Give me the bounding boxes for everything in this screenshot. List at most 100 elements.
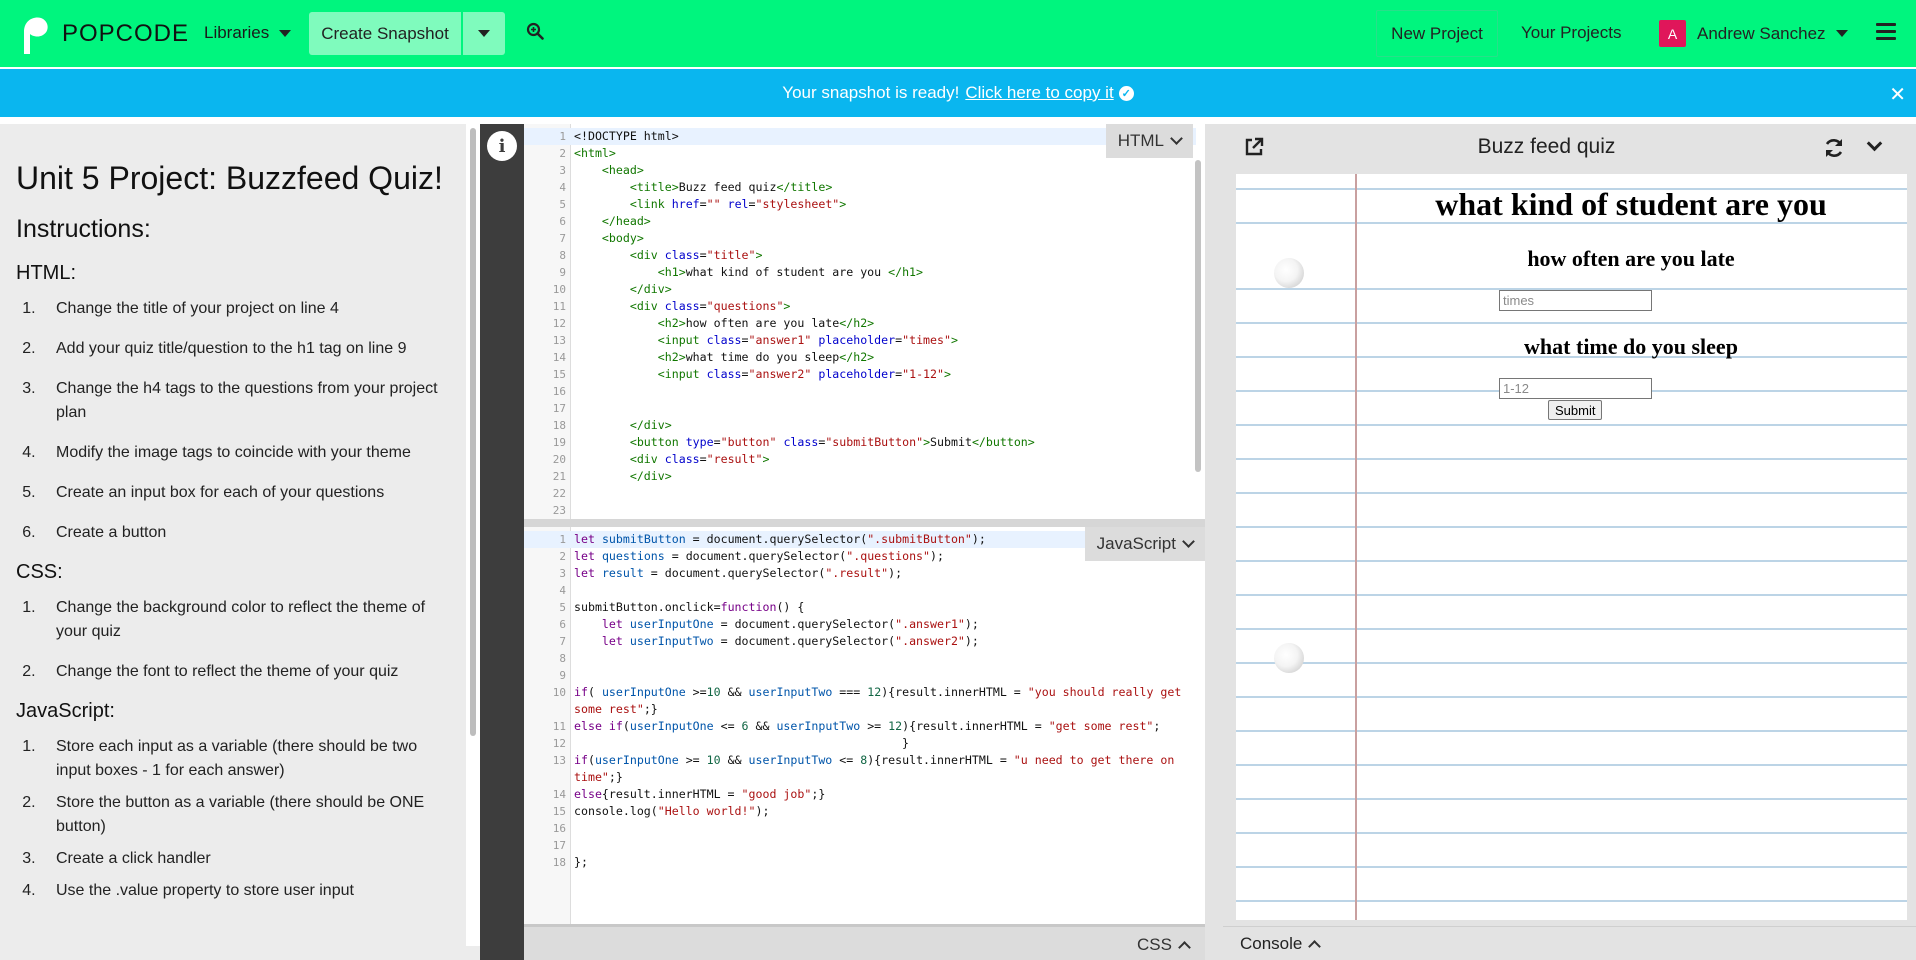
your-projects-link[interactable]: Your Projects — [1521, 23, 1621, 43]
line-number: 2 — [559, 550, 566, 563]
snapshot-notification: Your snapshot is ready! Click here to co… — [0, 69, 1916, 117]
create-snapshot-button[interactable]: Create Snapshot — [309, 12, 461, 55]
list-item: Change the font to reflect the theme of … — [40, 660, 450, 684]
instructions-footer — [0, 946, 480, 960]
list-item: Store the button as a variable (there sh… — [40, 791, 450, 839]
copy-snapshot-link[interactable]: Click here to copy it — [965, 83, 1113, 103]
top-navbar: POPCODE Libraries Create Snapshot New Pr… — [0, 0, 1916, 67]
html-code[interactable]: 1 <!DOCTYPE html> 2 <html> 3 <head> 4 <tit… — [524, 128, 1196, 519]
new-project-button[interactable]: New Project — [1376, 10, 1498, 57]
line-number: 1 — [559, 130, 566, 143]
editor-side-gutter — [480, 124, 524, 960]
user-menu[interactable]: A Andrew Sanchez — [1659, 20, 1848, 47]
html-language-label: HTML — [1117, 131, 1164, 150]
list-item: Store each input as a variable (there sh… — [40, 735, 450, 783]
line-number: 13 — [552, 334, 566, 347]
javascript-code[interactable]: 1 let submitButton = document.querySelect… — [524, 531, 1196, 871]
popcode-logo-icon — [24, 17, 48, 54]
line-number: 19 — [552, 436, 566, 449]
line-number: 9 — [559, 266, 566, 279]
user-name: Andrew Sanchez — [1697, 23, 1826, 43]
submit-button[interactable]: Submit — [1548, 400, 1603, 420]
line-number: 16 — [552, 385, 566, 398]
chevron-up-icon — [1308, 940, 1322, 953]
line-number: 7 — [559, 232, 566, 245]
answer2-input[interactable] — [1499, 378, 1652, 399]
popcode-logo[interactable]: POPCODE — [16, 14, 189, 54]
snapshot-options-button[interactable] — [463, 12, 505, 55]
quiz-heading: what kind of student are you — [1435, 186, 1827, 222]
line-number: 3 — [559, 164, 566, 177]
editor-split-handle[interactable] — [524, 519, 1205, 527]
line-number: 4 — [559, 584, 566, 597]
css-toggle[interactable]: CSS — [1137, 935, 1191, 955]
list-item: Create an input box for each of your que… — [40, 481, 450, 505]
instructions-scrollbar[interactable] — [470, 128, 476, 736]
pane-divider[interactable] — [1205, 124, 1223, 960]
create-snapshot-group: Create Snapshot — [309, 12, 505, 55]
line-number: 10 — [552, 283, 566, 296]
html-language-dropdown[interactable]: HTML — [1105, 124, 1193, 158]
console-collapsed[interactable]: Console — [1223, 926, 1916, 960]
javascript-language-label: JavaScript — [1096, 534, 1176, 553]
instructions-title: Unit 5 Project: Buzzfeed Quiz! — [16, 160, 443, 196]
search-zoom-icon — [526, 22, 544, 40]
line-number — [524, 701, 566, 718]
html-editor[interactable]: 1 <!DOCTYPE html> 2 <html> 3 <head> 4 <tit… — [524, 124, 1205, 519]
line-number: 8 — [559, 652, 566, 665]
line-number: 14 — [552, 788, 566, 801]
chevron-down-icon — [1866, 135, 1883, 152]
line-number: 4 — [559, 181, 566, 194]
line-number: 9 — [559, 669, 566, 682]
close-icon[interactable]: ✕ — [1889, 82, 1906, 107]
preview-frame: what kind of student are you how often a… — [1236, 174, 1907, 920]
line-number: 23 — [552, 504, 566, 517]
preview-header: Buzz feed quiz — [1223, 124, 1916, 170]
hamburger-menu-icon[interactable] — [1876, 23, 1896, 41]
info-icon[interactable]: i — [487, 131, 517, 161]
instructions-panel: Unit 5 Project: Buzzfeed Quiz! Instructi… — [0, 124, 466, 946]
line-number: 17 — [552, 839, 566, 852]
instructions-subtitle: Instructions: — [16, 215, 151, 243]
caret-down-icon — [1835, 30, 1848, 37]
line-number: 13 — [552, 754, 566, 767]
list-item: Add your quiz title/question to the h1 t… — [40, 337, 450, 361]
libraries-dropdown[interactable]: Libraries — [204, 23, 292, 43]
line-number: 12 — [552, 737, 566, 750]
list-item: Create a click handler — [40, 847, 450, 871]
search-button[interactable] — [526, 22, 544, 45]
console-label: Console — [1240, 934, 1303, 953]
chevron-down-icon — [1170, 132, 1183, 145]
paper-margin-line — [1355, 174, 1357, 920]
javascript-language-dropdown[interactable]: JavaScript — [1084, 527, 1205, 561]
quiz-question-2: what time do you sleep — [1524, 334, 1738, 359]
css-editor-collapsed[interactable]: CSS — [524, 924, 1205, 960]
answer1-input[interactable] — [1499, 290, 1652, 311]
line-number: 18 — [552, 856, 566, 869]
line-number: 20 — [552, 453, 566, 466]
line-number: 6 — [559, 618, 566, 631]
line-number: 10 — [552, 686, 566, 699]
line-number: 21 — [552, 470, 566, 483]
js-instructions-list: Store each input as a variable (there sh… — [16, 735, 450, 903]
html-editor-scrollbar[interactable] — [1195, 160, 1201, 472]
preview-title: Buzz feed quiz — [1477, 135, 1616, 158]
caret-down-icon — [478, 30, 490, 37]
line-number: 16 — [552, 822, 566, 835]
javascript-editor[interactable]: 1 let submitButton = document.querySelect… — [524, 527, 1205, 924]
line-number: 2 — [559, 147, 566, 160]
list-item: Create a button — [40, 521, 450, 545]
line-number: 15 — [552, 805, 566, 818]
line-number: 8 — [559, 249, 566, 262]
paper-hole — [1274, 643, 1304, 673]
preview-pane: Buzz feed quiz what kind of student are … — [1223, 124, 1916, 960]
line-number: 3 — [559, 567, 566, 580]
css-instructions-list: Change the background color to reflect t… — [16, 596, 450, 684]
refresh-icon[interactable] — [1822, 136, 1846, 160]
chevron-up-icon — [1178, 941, 1191, 954]
console-toggle[interactable]: Console — [1240, 934, 1322, 954]
collapse-preview-button[interactable] — [1866, 135, 1883, 154]
line-number: 15 — [552, 368, 566, 381]
line-number: 11 — [552, 300, 566, 313]
check-circle-icon: ✓ — [1118, 85, 1134, 101]
